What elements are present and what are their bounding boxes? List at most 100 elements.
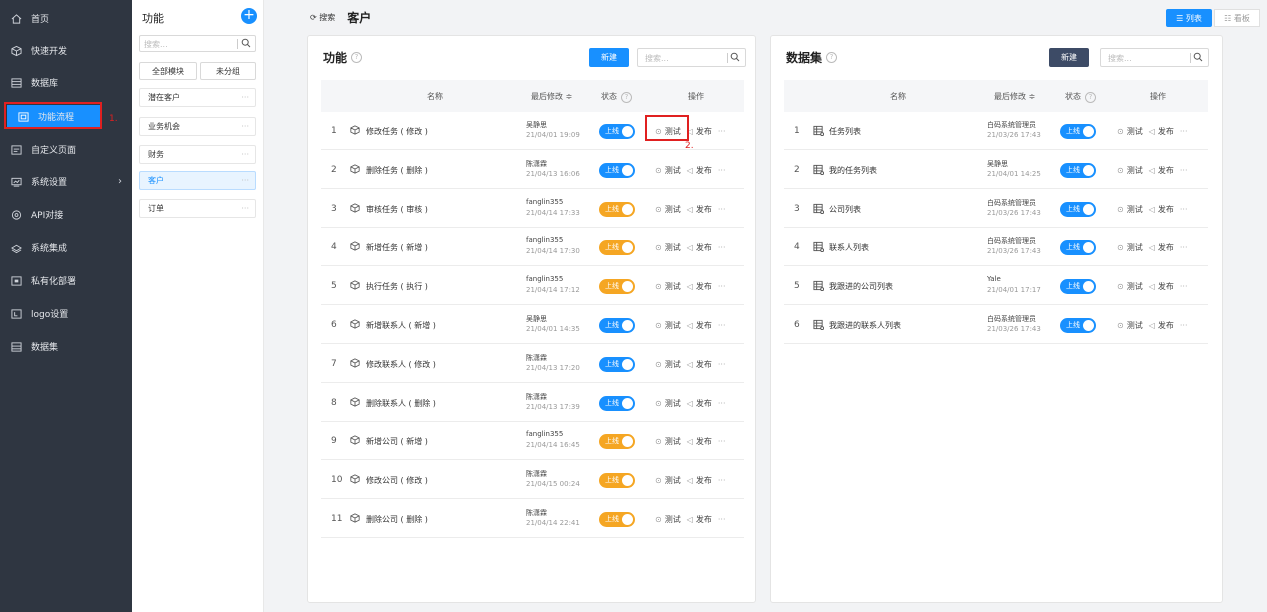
status-toggle[interactable]: 上线 (599, 473, 635, 489)
more-icon[interactable]: ··· (718, 360, 726, 369)
help-icon[interactable]: ? (621, 92, 632, 103)
status-toggle[interactable]: 上线 (599, 162, 635, 178)
table-row[interactable]: 1 任务列表 白码系统管理员 21/03/26 17:43 上线 ⊙ 测试 ◁ 发布 ··· (784, 112, 1208, 150)
publish-button[interactable]: 发布 (696, 398, 712, 409)
row-name[interactable]: 删除公司 ( 删除 ) (366, 514, 428, 525)
more-icon[interactable]: ··· (1180, 282, 1188, 291)
row-name[interactable]: 我的任务列表 (829, 165, 877, 176)
table-row[interactable]: 11 删除公司 ( 删除 ) 陈潇霖 21/04/14 22:41 上线 ⊙ 测试 ◁ 发布 ··… (321, 500, 744, 538)
dataset-search-input[interactable]: 搜索... (1100, 48, 1209, 67)
publish-button[interactable]: 发布 (696, 475, 712, 486)
test-button[interactable]: 测试 (665, 281, 681, 292)
test-button[interactable]: 测试 (665, 242, 681, 253)
sidebar-item-9[interactable]: logo设置 (0, 297, 132, 330)
publish-button[interactable]: 发布 (1158, 126, 1174, 137)
publish-button[interactable]: 发布 (696, 359, 712, 370)
header-search-link[interactable]: ⟳ 搜索 (310, 12, 335, 23)
new-function-button[interactable]: 新建 (589, 48, 629, 67)
publish-button[interactable]: 发布 (696, 242, 712, 253)
more-icon[interactable]: ··· (1180, 243, 1188, 252)
test-button[interactable]: 测试 (1127, 320, 1143, 331)
publish-button[interactable]: 发布 (696, 126, 712, 137)
table-row[interactable]: 10 修改公司 ( 修改 ) 陈潇霖 21/04/15 00:24 上线 ⊙ 测试 ◁ 发布 ··… (321, 461, 744, 500)
more-icon[interactable]: ··· (718, 243, 726, 252)
test-button[interactable]: 测试 (665, 165, 681, 176)
module-item[interactable]: 订单 ··· (139, 199, 256, 218)
test-button[interactable]: 测试 (1127, 281, 1143, 292)
row-name[interactable]: 公司列表 (829, 204, 861, 215)
more-icon[interactable]: ··· (718, 205, 726, 214)
sidebar-item-4[interactable]: 自定义页面 (0, 133, 132, 166)
tab-ungrouped[interactable]: 未分组 (200, 62, 256, 80)
status-toggle[interactable]: 上线 (1060, 201, 1096, 217)
status-toggle[interactable]: 上线 (599, 124, 635, 139)
table-row[interactable]: 9 新增公司 ( 新增 ) fanglin355 21/04/14 16:45 上线 ⊙ 测… (321, 422, 744, 461)
add-module-button[interactable]: + (241, 8, 257, 24)
more-icon[interactable]: ··· (241, 176, 249, 185)
search-icon[interactable] (1193, 52, 1203, 62)
more-icon[interactable]: ··· (1180, 205, 1188, 214)
status-toggle[interactable]: 上线 (1060, 279, 1096, 295)
more-icon[interactable]: ··· (241, 122, 249, 131)
help-icon[interactable]: ? (351, 52, 363, 63)
row-name[interactable]: 审核任务 ( 审核 ) (366, 204, 428, 215)
test-button[interactable]: 测试 (665, 359, 681, 370)
sidebar-item-7[interactable]: 系统集成 (0, 231, 132, 264)
more-icon[interactable]: ··· (718, 437, 726, 446)
sidebar-item-2[interactable]: 数据库 (0, 66, 132, 99)
publish-button[interactable]: 发布 (1158, 165, 1174, 176)
publish-button[interactable]: 发布 (1158, 320, 1174, 331)
table-row[interactable]: 7 修改联系人 ( 修改 ) 陈潇霖 21/04/13 17:20 上线 ⊙ 测试 ◁ 发布 ··… (321, 345, 744, 383)
publish-button[interactable]: 发布 (1158, 204, 1174, 215)
sidebar-item-10[interactable]: 数据集 (0, 330, 132, 363)
publish-button[interactable]: 发布 (696, 204, 712, 215)
row-name[interactable]: 修改公司 ( 修改 ) (366, 475, 428, 486)
test-button[interactable]: 测试 (665, 436, 681, 447)
row-name[interactable]: 联系人列表 (829, 242, 869, 253)
search-icon[interactable] (730, 52, 740, 62)
table-row[interactable]: 2 删除任务 ( 删除 ) 陈潇霖 21/04/13 16:06 上线 ⊙ 测试 ◁ 发布 ··· (321, 151, 744, 189)
row-name[interactable]: 我跟进的公司列表 (829, 281, 893, 292)
sidebar-item-1[interactable]: 快速开发 (0, 34, 132, 67)
table-row[interactable]: 5 我跟进的公司列表 Yale 21/04/01 17:17 上线 ⊙ 测试 ◁ 发布 ··· (784, 267, 1208, 306)
more-icon[interactable]: ··· (718, 476, 726, 485)
more-icon[interactable]: ··· (1180, 166, 1188, 175)
row-name[interactable]: 新增任务 ( 新增 ) (366, 242, 428, 253)
help-icon[interactable]: ? (826, 52, 838, 63)
status-toggle[interactable]: 上线 (599, 279, 635, 295)
test-button[interactable]: 测试 (1127, 204, 1143, 215)
status-toggle[interactable]: 上线 (1060, 318, 1096, 333)
table-row[interactable]: 4 新增任务 ( 新增 ) fanglin355 21/04/14 17:30 上线 ⊙ 测… (321, 228, 744, 267)
sidebar-item-5[interactable]: 系统设置 › (0, 165, 132, 198)
test-button[interactable]: 测试 (665, 320, 681, 331)
table-row[interactable]: 4 联系人列表 白码系统管理员 21/03/26 17:43 上线 ⊙ 测试 ◁ 发布 ··· (784, 228, 1208, 267)
more-icon[interactable]: ··· (718, 127, 726, 136)
status-toggle[interactable]: 上线 (599, 240, 635, 256)
more-icon[interactable]: ··· (718, 321, 726, 330)
test-button[interactable]: 测试 (665, 475, 681, 486)
publish-button[interactable]: 发布 (1158, 242, 1174, 253)
table-row[interactable]: 3 审核任务 ( 审核 ) fanglin355 21/04/14 17:33 上线 ⊙ 测… (321, 190, 744, 228)
more-icon[interactable]: ··· (718, 166, 726, 175)
table-row[interactable]: 8 删除联系人 ( 删除 ) 陈潇霖 21/04/13 17:39 上线 ⊙ 测试 ◁ 发布 ··… (321, 384, 744, 422)
test-button[interactable]: 测试 (1127, 126, 1143, 137)
test-button[interactable]: 测试 (665, 514, 681, 525)
module-item[interactable]: 财务 ··· (139, 145, 256, 164)
test-button[interactable]: 测试 (665, 398, 681, 409)
module-search-input[interactable]: 搜索... (139, 35, 256, 52)
publish-button[interactable]: 发布 (696, 165, 712, 176)
row-name[interactable]: 删除任务 ( 删除 ) (366, 165, 428, 176)
row-name[interactable]: 删除联系人 ( 删除 ) (366, 398, 436, 409)
status-toggle[interactable]: 上线 (599, 512, 635, 527)
status-toggle[interactable]: 上线 (599, 356, 635, 372)
test-button[interactable]: 测试 (665, 204, 681, 215)
publish-button[interactable]: 发布 (1158, 281, 1174, 292)
row-name[interactable]: 新增联系人 ( 新增 ) (366, 320, 436, 331)
row-name[interactable]: 我跟进的联系人列表 (829, 320, 901, 331)
view-list-button[interactable]: ☰ 列表 (1166, 9, 1212, 27)
row-name[interactable]: 任务列表 (829, 126, 861, 137)
row-name[interactable]: 执行任务 ( 执行 ) (366, 281, 428, 292)
publish-button[interactable]: 发布 (696, 436, 712, 447)
view-board-button[interactable]: ☷ 看板 (1214, 9, 1260, 27)
table-row[interactable]: 6 新增联系人 ( 新增 ) 吴静思 21/04/01 14:35 上线 ⊙ 测试 ◁ 发布 ··… (321, 306, 744, 344)
